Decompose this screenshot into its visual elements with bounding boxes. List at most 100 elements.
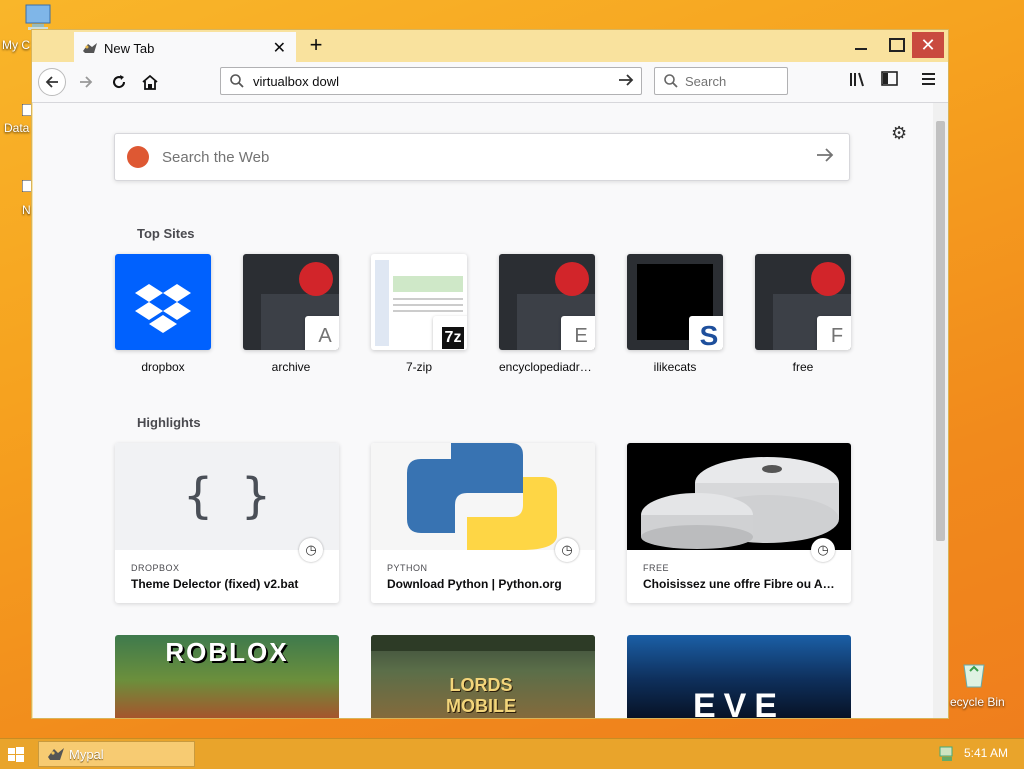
back-button[interactable] — [38, 68, 66, 96]
stop-hand-icon — [555, 262, 589, 296]
top-site-dropbox[interactable]: dropbox — [115, 254, 211, 374]
library-button[interactable] — [847, 70, 869, 92]
7zip-badge-text: 7z — [441, 327, 465, 349]
archive-tile: A — [243, 254, 339, 350]
tab-title: New Tab — [104, 41, 155, 56]
ilikecats-tile: S — [627, 254, 723, 350]
back-arrow-icon — [45, 76, 58, 88]
go-arrow-icon[interactable] — [617, 71, 635, 89]
data-label: Data — [4, 121, 30, 135]
search-go-arrow-icon[interactable] — [815, 145, 835, 165]
minimize-button[interactable] — [844, 30, 878, 60]
top-site-archive[interactable]: A archive — [243, 254, 339, 374]
stop-hand-icon — [299, 262, 333, 296]
browser-window: New Tab ✕ + ✕ virtualbox dowl Search ⚙ S… — [31, 29, 949, 719]
top-site-label: ilikecats — [653, 360, 697, 374]
mypal-favicon-icon — [83, 43, 97, 53]
sidebar-button[interactable] — [879, 70, 901, 92]
router-image-icon — [641, 457, 839, 549]
system-clock[interactable]: 5:41 AM — [964, 746, 1008, 760]
site-badge: A — [305, 316, 339, 350]
clock-icon: ◷ — [299, 538, 323, 562]
taskbar-app-mypal[interactable]: Mypal — [38, 741, 195, 767]
page-scrollbar[interactable] — [933, 103, 948, 718]
new-tab-page: ⚙ Search the Web Top Sites dropbox A arc… — [33, 103, 933, 718]
highlight-image — [371, 443, 595, 550]
top-sites-heading: Top Sites — [137, 226, 195, 241]
eve-logo-text: EVE — [692, 687, 786, 718]
duckduckgo-icon — [127, 146, 149, 168]
network-tray-icon[interactable] — [938, 745, 956, 763]
maximize-icon — [889, 38, 905, 52]
hamburger-menu-icon — [922, 73, 935, 85]
highlight-context: PYTHON — [387, 563, 428, 573]
python-logo-icon — [407, 443, 557, 550]
scrollbar-thumb[interactable] — [936, 121, 945, 541]
stop-hand-icon — [811, 262, 845, 296]
dropbox-tile — [115, 254, 211, 350]
home-button[interactable] — [136, 68, 164, 96]
tab-strip: New Tab ✕ + ✕ — [32, 30, 948, 63]
reload-button[interactable] — [105, 68, 133, 96]
highlight-card-free[interactable]: ◷ FREE Choisissez une offre Fibre ou AD.… — [627, 443, 851, 603]
top-site-ilikecats[interactable]: S ilikecats — [627, 254, 723, 374]
highlight-card-eve[interactable]: EVE — [627, 635, 851, 718]
top-site-7zip[interactable]: 7z 7-zip — [371, 254, 467, 374]
highlight-card-roblox[interactable]: ROBLOX — [115, 635, 339, 718]
home-icon — [142, 74, 158, 90]
tab-close-icon[interactable]: ✕ — [273, 38, 286, 58]
dropbox-logo-icon — [135, 284, 191, 333]
maximize-button[interactable] — [880, 30, 914, 60]
computer-icon — [25, 4, 51, 30]
web-search-placeholder: Search the Web — [162, 149, 270, 166]
top-site-label: archive — [271, 360, 311, 374]
window-close-button[interactable]: ✕ — [912, 32, 944, 58]
url-bar[interactable]: virtualbox dowl — [220, 67, 642, 95]
site-badge: E — [561, 316, 595, 350]
url-input-value[interactable]: virtualbox dowl — [253, 74, 339, 89]
settings-gear-icon[interactable]: ⚙ — [891, 123, 907, 144]
search-icon — [230, 74, 244, 88]
recycle-bin-label: ecycle Bin — [950, 695, 1005, 709]
highlight-image — [627, 443, 851, 550]
highlight-card-dropbox[interactable]: { } ◷ DROPBOX Theme Delector (fixed) v2.… — [115, 443, 339, 603]
recycle-bin-icon[interactable] — [958, 657, 990, 692]
web-search-box[interactable]: Search the Web — [114, 133, 850, 181]
7zip-badge: 7z — [433, 316, 467, 350]
highlight-title: Theme Delector (fixed) v2.bat — [131, 577, 299, 591]
recycle-bin-graphic — [963, 664, 985, 688]
search-bar[interactable]: Search — [654, 67, 788, 95]
highlight-card-python[interactable]: ◷ PYTHON Download Python | Python.org — [371, 443, 595, 603]
highlight-context: DROPBOX — [131, 563, 180, 573]
highlight-card-lords-mobile[interactable]: LORDS MOBILE — [371, 635, 595, 718]
clock-icon: ◷ — [555, 538, 579, 562]
mypal-app-icon — [48, 748, 64, 760]
sidebar-icon — [881, 71, 898, 86]
close-icon: ✕ — [920, 35, 936, 55]
highlight-context: FREE — [643, 563, 670, 573]
roblox-logo-text: ROBLOX — [165, 637, 289, 667]
taskbar: Mypal 5:41 AM — [0, 738, 1024, 769]
highlight-title: Choisissez une offre Fibre ou AD... — [643, 577, 839, 591]
highlights-heading: Highlights — [137, 415, 201, 430]
start-button[interactable] — [8, 747, 24, 766]
tab-new-tab[interactable]: New Tab ✕ — [74, 32, 296, 63]
forward-arrow-icon — [80, 76, 93, 88]
library-icon — [850, 72, 864, 87]
highlight-title: Download Python | Python.org — [387, 577, 562, 591]
search-icon — [664, 74, 678, 88]
top-site-label: dropbox — [141, 360, 185, 374]
search-placeholder: Search — [685, 74, 727, 89]
menu-button[interactable] — [918, 70, 940, 92]
top-site-label: 7-zip — [405, 360, 432, 374]
new-tab-button[interactable]: + — [304, 32, 328, 58]
navigation-toolbar: virtualbox dowl Search — [32, 62, 948, 103]
free-tile: F — [755, 254, 851, 350]
top-site-free[interactable]: F free — [755, 254, 851, 374]
forward-button[interactable] — [72, 68, 100, 96]
clock-icon: ◷ — [811, 538, 835, 562]
top-site-label: encyclopediadra... — [499, 360, 595, 374]
site-badge: S — [689, 316, 723, 350]
top-site-encyclopediadramatica[interactable]: E encyclopediadra... — [499, 254, 595, 374]
7zip-tile: 7z — [371, 254, 467, 350]
